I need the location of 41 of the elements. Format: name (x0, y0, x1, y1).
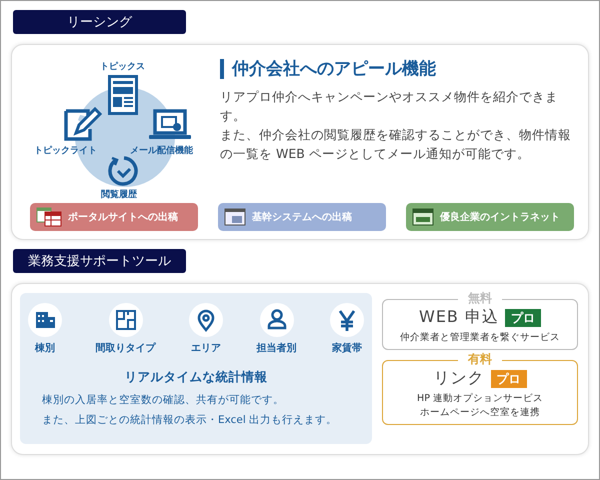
plan-description: ホームページへ空室を連携 (420, 406, 540, 420)
pen-note-icon (62, 107, 102, 143)
screen-icon (412, 208, 434, 226)
link-button[interactable]: ポータルサイトへの出稿 (30, 203, 198, 231)
feature-heading: 仲介会社へのアピール機能 (220, 59, 574, 79)
diagram-label: メール配信機能 (130, 144, 193, 157)
plan-name: リンク (434, 368, 484, 389)
stats-text: 棟別の入居率と空室数の確認、共有が可能です。 (42, 393, 285, 408)
yen-icon (330, 303, 364, 337)
stat-label: 間取りタイプ (96, 341, 156, 355)
logo-badge: プロ (505, 308, 541, 326)
stats-heading: リアルタイムな統計情報 (124, 369, 268, 386)
laptop-mail-icon (148, 108, 192, 142)
person-icon (260, 303, 294, 337)
logo-badge: プロ (490, 370, 526, 388)
stat-label: エリア (191, 342, 221, 355)
diagram-label: 閲覧履歴 (101, 188, 137, 201)
table-icon (36, 207, 62, 227)
plan-description: 仲介業者と管理業者を繋ぐサービス (400, 331, 560, 345)
diagram-label: トピックス (100, 60, 145, 73)
window-icon (224, 208, 246, 226)
clock-icon (108, 155, 140, 187)
section-header: 業務支援サポートツール (13, 249, 186, 273)
stat-label: 家賃帯 (332, 341, 362, 355)
building-icon (28, 303, 62, 337)
price-tag: 無料 (458, 290, 502, 306)
section-header: リーシング (13, 10, 186, 34)
newspaper-icon (108, 75, 138, 115)
link-button[interactable]: 優良企業のイントラネット (406, 203, 574, 231)
stat-label: 担当者別 (256, 342, 296, 355)
description-text: また、仲介会社の閲覧履歴を確認することができ、物件情報の一覧を WEB ページとしてメール通知が可能です。 (220, 126, 572, 163)
pin-icon (189, 303, 223, 337)
stats-text: また、上図ごとの統計情報の表示・Excel 出力も行えます。 (42, 413, 338, 428)
diagram-label: トピックライト (34, 144, 97, 157)
plan-name: WEB 申込 (419, 307, 499, 328)
price-tag: 有料 (458, 351, 502, 367)
plan-description: HP 連動オプションサービス (417, 392, 543, 406)
link-button[interactable]: 基幹システムへの出稿 (218, 203, 386, 231)
floorplan-icon (108, 303, 142, 337)
description-text: リアプロ仲介へキャンペーンやオススメ物件を紹介できます。 (220, 88, 559, 125)
stat-label: 棟別 (35, 342, 55, 355)
